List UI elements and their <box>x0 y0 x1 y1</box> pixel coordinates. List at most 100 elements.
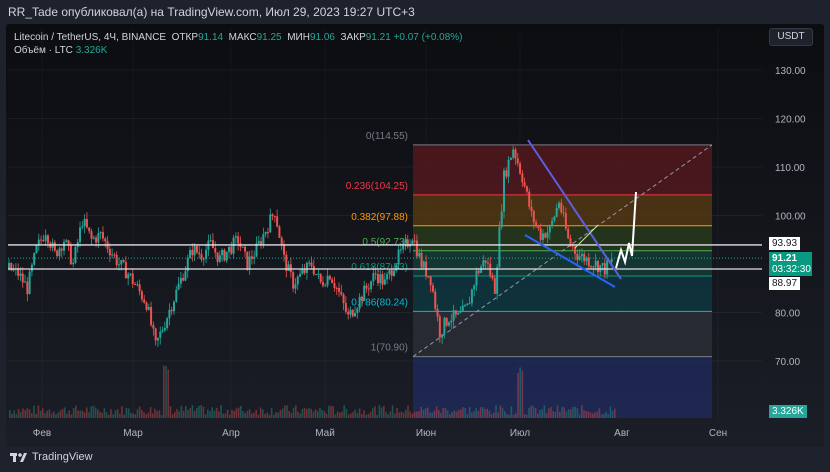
volume-bar <box>185 406 187 418</box>
candle-body <box>480 266 483 273</box>
volume-bar <box>64 407 66 418</box>
volume-bar <box>152 413 154 418</box>
volume-bar <box>211 407 213 418</box>
volume-bar <box>35 413 37 418</box>
volume-bar <box>394 413 396 418</box>
volume-bar <box>193 410 196 418</box>
volume-bar <box>301 408 304 418</box>
candle-body <box>413 240 416 242</box>
volume-bar <box>429 412 431 418</box>
volume-bar <box>46 410 48 418</box>
volume-bar <box>477 410 480 418</box>
tradingview-brand[interactable]: TradingView <box>32 451 93 463</box>
ohlc-row: Litecoin / TetherUS, 4Ч, BINANCE ОТКР91.… <box>14 31 463 44</box>
volume-bar <box>372 408 374 418</box>
candle-body <box>470 289 473 304</box>
candle-body <box>40 239 43 241</box>
candle-body <box>46 235 49 244</box>
volume-bar <box>53 411 55 418</box>
volume-bar <box>143 412 145 418</box>
candle-body <box>406 239 409 247</box>
volume-bar <box>255 409 257 418</box>
volume-bar <box>523 414 526 418</box>
candle-body <box>562 212 565 214</box>
candle-body <box>118 264 120 266</box>
candle-body <box>558 202 560 208</box>
high-value: 91.25 <box>256 32 282 43</box>
volume-bar <box>94 407 97 418</box>
volume-bar <box>81 410 84 418</box>
volume-bar <box>363 410 365 418</box>
volume-bar <box>231 409 233 418</box>
high-label: МАКС <box>228 32 257 43</box>
volume-bar <box>105 412 108 418</box>
volume-bar <box>369 411 372 418</box>
bar-countdown: 03:32:30 <box>772 264 811 275</box>
candle-body <box>308 262 311 264</box>
volume-bar <box>391 405 394 418</box>
candle-body <box>491 275 494 279</box>
volume-bar <box>178 411 180 418</box>
volume-bar <box>389 411 392 418</box>
candle-body <box>530 206 533 211</box>
low-value: 91.06 <box>309 32 335 43</box>
volume-bar <box>88 412 90 418</box>
volume-bar <box>585 411 587 418</box>
candle-body <box>26 281 29 295</box>
candle-body <box>83 218 86 227</box>
volume-bar <box>213 410 216 418</box>
candle-body <box>97 233 100 243</box>
candle-body <box>402 243 405 250</box>
candle-body <box>189 250 192 259</box>
candle-body <box>379 274 382 284</box>
price-chart[interactable]: 130.00 120.00 110.00 100.00 80.00 70.00 Фев Мар… <box>0 0 830 472</box>
volume-bar <box>22 408 24 418</box>
volume-bar <box>246 410 249 418</box>
volume-bar <box>482 407 484 418</box>
volume-bar <box>26 408 29 418</box>
volume-bar <box>332 406 334 418</box>
currency-button[interactable]: USDT <box>769 28 813 46</box>
candle-body <box>111 254 114 256</box>
candle-body <box>234 236 237 238</box>
volume-bar <box>352 411 354 418</box>
volume-bar <box>561 406 563 418</box>
candle-body <box>283 244 285 255</box>
candle-body <box>246 251 249 270</box>
candle-body <box>170 309 173 312</box>
volume-bar <box>567 409 570 418</box>
volume-bar <box>306 409 308 418</box>
volume-bar <box>242 411 244 418</box>
fib-level-label: 0.236(104.25) <box>346 181 408 192</box>
volume-bar <box>244 413 246 418</box>
volume-bar <box>90 406 92 418</box>
candle-body <box>289 264 292 273</box>
volume-bar <box>350 413 352 418</box>
candle-body <box>223 249 226 261</box>
candle-body <box>8 262 10 269</box>
volume-bar <box>189 408 191 418</box>
volume-bar <box>572 406 574 418</box>
candle-body <box>90 231 93 239</box>
volume-label[interactable]: Объём · LTC <box>14 45 73 56</box>
candle-body <box>331 279 334 284</box>
volume-bar <box>303 407 306 418</box>
volume-bar <box>354 409 356 418</box>
volume-bar <box>79 410 81 418</box>
volume-bar <box>336 411 339 418</box>
time-tick: Июл <box>510 428 530 439</box>
candle-body <box>202 258 205 260</box>
volume-bar <box>611 410 614 418</box>
candle-body <box>143 299 146 303</box>
candle-body <box>211 240 214 249</box>
candle-body <box>429 276 432 286</box>
volume-bar <box>581 405 583 418</box>
close-label: ЗАКР <box>340 32 366 43</box>
candle-body <box>333 283 336 288</box>
volume-bar <box>405 409 407 418</box>
volume-bar <box>292 407 295 418</box>
candle-body <box>370 281 373 290</box>
candle-body <box>65 240 68 242</box>
symbol-title[interactable]: Litecoin / TetherUS, 4Ч, BINANCE <box>14 32 166 43</box>
volume-bar <box>222 413 224 418</box>
